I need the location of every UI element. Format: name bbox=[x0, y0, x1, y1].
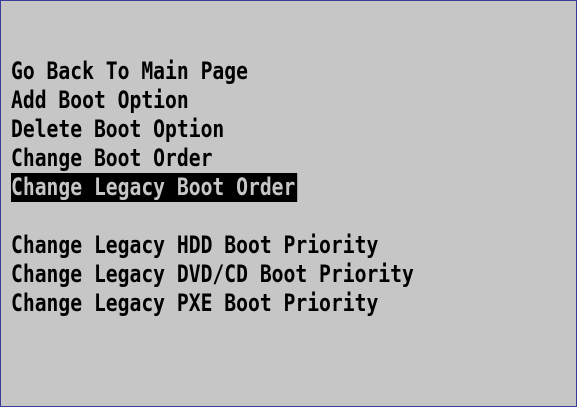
menu-item-change-legacy-dvd-cd-boot-priority[interactable]: Change Legacy DVD/CD Boot Priority bbox=[11, 260, 502, 289]
menu-item-label-selected: Change Legacy Boot Order bbox=[11, 173, 298, 202]
menu-item-label: Add Boot Option bbox=[11, 86, 189, 114]
menu-item-label: Go Back To Main Page bbox=[11, 57, 248, 85]
menu-item-change-legacy-boot-order[interactable]: Change Legacy Boot Order bbox=[11, 173, 502, 202]
menu-item-label: Change Legacy PXE Boot Priority bbox=[11, 289, 379, 317]
menu-item-label: Change Legacy DVD/CD Boot Priority bbox=[11, 260, 414, 288]
menu-spacer bbox=[11, 202, 502, 231]
menu-item-label: Change Boot Order bbox=[11, 144, 213, 172]
menu-item-delete-boot-option[interactable]: Delete Boot Option bbox=[11, 115, 502, 144]
bios-screen: Go Back To Main Page Add Boot Option Del… bbox=[0, 0, 577, 407]
menu-item-change-legacy-hdd-boot-priority[interactable]: Change Legacy HDD Boot Priority bbox=[11, 231, 502, 260]
boot-maintenance-menu: Go Back To Main Page Add Boot Option Del… bbox=[11, 57, 502, 318]
menu-item-go-back-to-main-page[interactable]: Go Back To Main Page bbox=[11, 57, 502, 86]
menu-item-change-boot-order[interactable]: Change Boot Order bbox=[11, 144, 502, 173]
menu-item-add-boot-option[interactable]: Add Boot Option bbox=[11, 86, 502, 115]
menu-item-change-legacy-pxe-boot-priority[interactable]: Change Legacy PXE Boot Priority bbox=[11, 289, 502, 318]
menu-item-label: Change Legacy HDD Boot Priority bbox=[11, 231, 379, 259]
menu-item-label: Delete Boot Option bbox=[11, 115, 225, 143]
